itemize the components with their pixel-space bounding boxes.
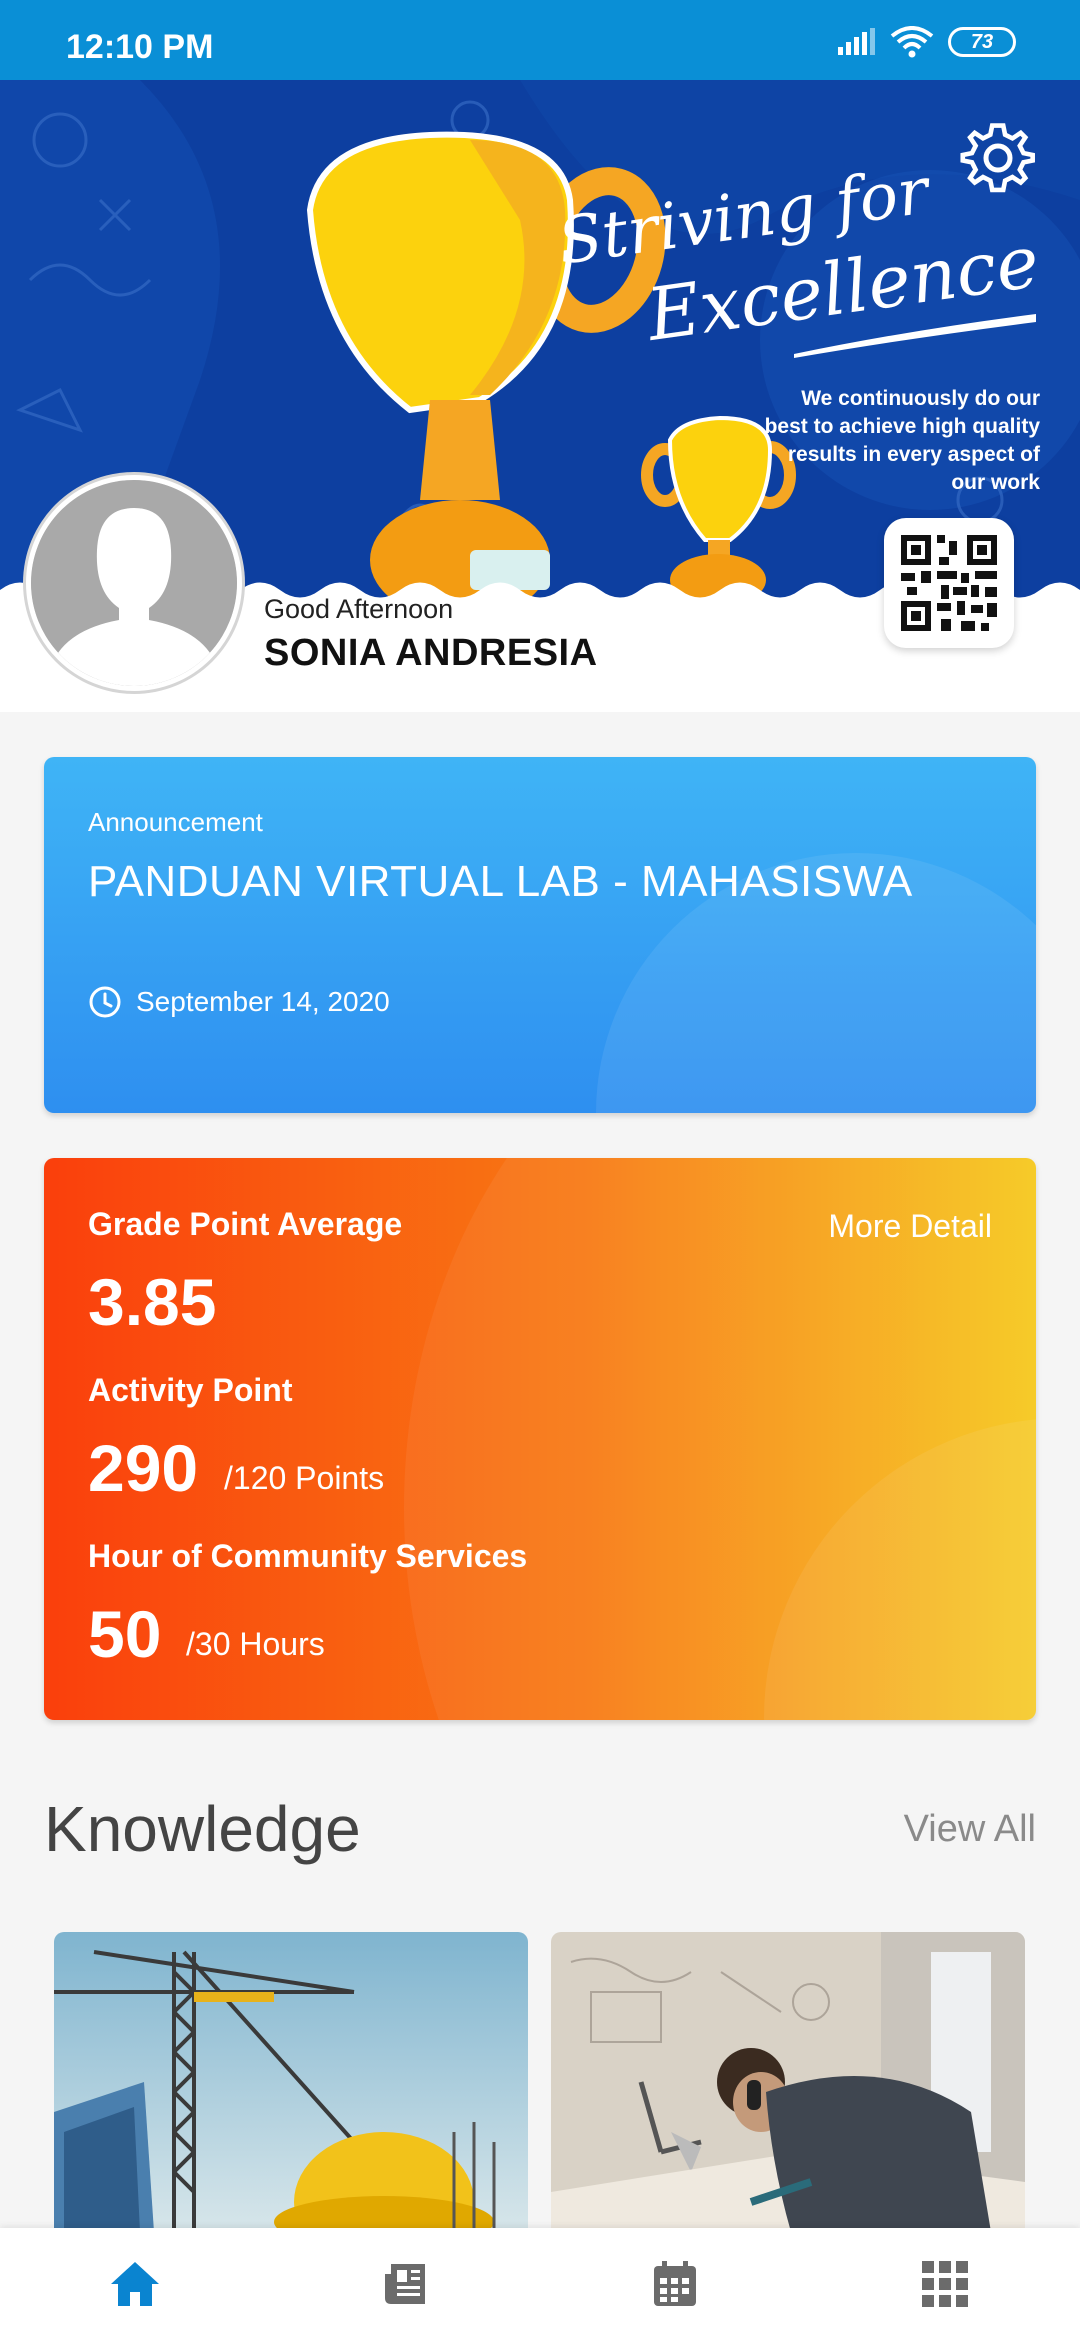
battery-indicator: 73 [948, 27, 1016, 57]
activity-point-value: 290 [88, 1431, 199, 1505]
status-time: 12:10 PM [66, 28, 214, 66]
qr-code-icon [901, 535, 997, 631]
gpa-label: Grade Point Average [88, 1206, 403, 1242]
status-icons: 73 [836, 26, 1016, 58]
announcement-card[interactable]: Announcement PANDUAN VIRTUAL LAB - MAHAS… [44, 757, 1036, 1113]
nav-apps[interactable] [885, 2244, 1005, 2324]
wifi-icon [890, 26, 934, 58]
calendar-icon [654, 2261, 696, 2306]
community-hours-value: 50 [88, 1597, 162, 1671]
activity-point-target: /120 Points [224, 1460, 385, 1496]
user-silhouette-icon [31, 480, 237, 686]
avatar[interactable] [26, 475, 242, 691]
clock-icon [89, 986, 121, 1018]
gpa-value: 3.85 [88, 1265, 217, 1339]
community-hours-target: /30 Hours [186, 1626, 325, 1662]
knowledge-card[interactable] [551, 1932, 1025, 2232]
user-name: SONIA ANDRESIA [264, 632, 598, 674]
announcement-label: Announcement [88, 807, 263, 837]
qr-code-button[interactable] [884, 518, 1014, 648]
announcement-date-row: September 14, 2020 [88, 985, 390, 1019]
banner-tagline: We continuously do our best to achieve h… [764, 387, 1040, 494]
announcement-title: PANDUAN VIRTUAL LAB - MAHASISWA [88, 857, 913, 906]
greeting-text: Good Afternoon [264, 594, 454, 624]
construction-image [54, 1932, 528, 2232]
view-all-link[interactable]: View All [904, 1808, 1036, 1851]
knowledge-heading: Knowledge [44, 1793, 361, 1865]
status-bar: 12:10 PM 73 [0, 0, 1080, 80]
settings-gear-icon[interactable] [960, 120, 1036, 196]
nav-home[interactable] [75, 2244, 195, 2324]
nav-news[interactable] [345, 2244, 465, 2324]
bottom-navigation [0, 2228, 1080, 2340]
apps-grid-icon [922, 2261, 968, 2307]
announcement-date: September 14, 2020 [136, 986, 390, 1017]
knowledge-card[interactable] [54, 1932, 528, 2232]
activity-point-label: Activity Point [88, 1372, 293, 1408]
architect-image [551, 1932, 1025, 2232]
community-hours-label: Hour of Community Services [88, 1538, 528, 1574]
nav-calendar[interactable] [615, 2244, 735, 2324]
signal-icon [838, 28, 875, 55]
news-icon [385, 2264, 425, 2304]
academic-stats-card: Grade Point Average More Detail 3.85 Act… [44, 1158, 1036, 1720]
more-detail-link[interactable]: More Detail [828, 1208, 992, 1245]
slogan-underline [794, 314, 1036, 358]
home-icon [111, 2262, 159, 2306]
